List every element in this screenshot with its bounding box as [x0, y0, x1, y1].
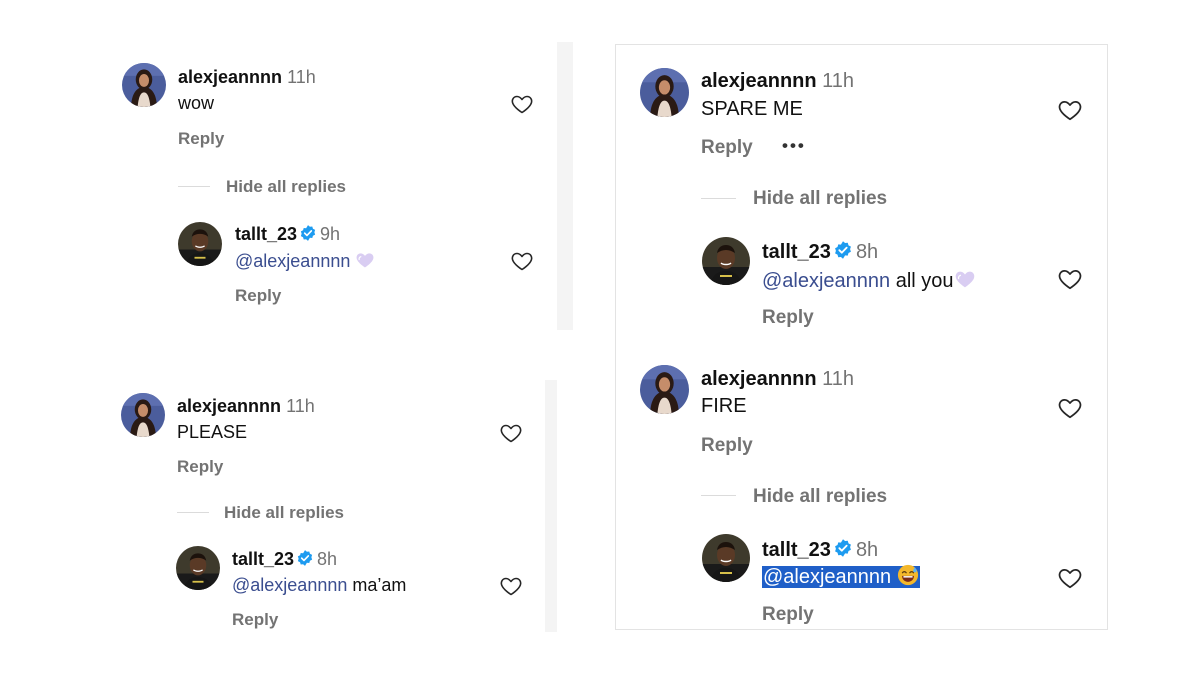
more-options-icon[interactable]: •••	[782, 136, 806, 156]
reply-button[interactable]: Reply	[235, 286, 281, 306]
reply-text: @alexjeannnn	[235, 250, 375, 272]
heart-outline-icon[interactable]	[1057, 266, 1083, 297]
timestamp[interactable]: 8h	[317, 549, 337, 569]
avatar[interactable]	[122, 63, 166, 107]
reply-text: @alexjeannnn all you	[762, 268, 976, 293]
heart-outline-icon[interactable]	[499, 574, 523, 603]
comment-text: wow	[178, 93, 215, 113]
verified-badge-icon	[833, 240, 853, 260]
comment-text: SPARE ME	[701, 98, 803, 120]
divider	[178, 186, 210, 187]
reply-button[interactable]: Reply	[701, 137, 753, 159]
reply-header: tallt_23 8h	[762, 240, 878, 264]
mention-link[interactable]: @alexjeannnn	[232, 575, 347, 595]
reply-button[interactable]: Reply	[701, 435, 753, 457]
reply-button[interactable]: Reply	[177, 457, 223, 477]
reply-button[interactable]: Reply	[232, 610, 278, 630]
comment-text: FIRE	[701, 395, 747, 417]
comment-text: PLEASE	[177, 422, 248, 442]
username[interactable]: alexjeannnn	[701, 70, 817, 92]
grinning-sweat-emoji-icon	[897, 564, 919, 586]
comment-header: alexjeannnn 11h	[177, 396, 315, 417]
verified-badge-icon	[833, 538, 853, 558]
username[interactable]: tallt_23	[235, 224, 297, 244]
username[interactable]: tallt_23	[762, 241, 831, 263]
avatar[interactable]	[640, 68, 689, 117]
timestamp[interactable]: 11h	[822, 368, 854, 390]
comment-header: alexjeannnn 11h	[701, 368, 854, 391]
hide-replies-button[interactable]: Hide all replies	[753, 486, 887, 508]
heart-outline-icon[interactable]	[510, 249, 534, 278]
panel-divider	[557, 42, 573, 330]
reply-text: @alexjeannnn	[762, 564, 920, 589]
avatar[interactable]	[178, 222, 222, 266]
reply-button[interactable]: Reply	[178, 129, 224, 149]
avatar[interactable]	[640, 365, 689, 414]
mention-link[interactable]: @alexjeannnn	[762, 270, 890, 292]
username[interactable]: alexjeannnn	[178, 67, 282, 87]
heart-outline-icon[interactable]	[510, 92, 534, 121]
reply-header: tallt_23 9h	[235, 224, 340, 245]
heart-outline-icon[interactable]	[1057, 97, 1083, 128]
reply-body: all you	[890, 270, 954, 292]
heart-outline-icon[interactable]	[1057, 395, 1083, 426]
timestamp[interactable]: 11h	[287, 67, 316, 87]
divider	[177, 512, 209, 513]
username[interactable]: alexjeannnn	[177, 396, 281, 416]
timestamp[interactable]: 11h	[822, 70, 854, 92]
panel-divider	[545, 380, 557, 632]
timestamp[interactable]: 9h	[320, 224, 340, 244]
purple-heart-icon	[355, 250, 375, 270]
divider	[701, 198, 736, 199]
username[interactable]: tallt_23	[762, 539, 831, 561]
timestamp[interactable]: 8h	[856, 539, 878, 561]
timestamp[interactable]: 8h	[856, 241, 878, 263]
reply-button[interactable]: Reply	[762, 307, 814, 329]
verified-badge-icon	[296, 549, 314, 567]
hide-replies-button[interactable]: Hide all replies	[753, 188, 887, 210]
hide-replies-button[interactable]: Hide all replies	[224, 503, 344, 523]
divider	[701, 495, 736, 496]
selected-text[interactable]: @alexjeannnn	[762, 566, 920, 588]
reply-body: ma’am	[347, 575, 407, 595]
reply-header: tallt_23 8h	[232, 549, 337, 570]
reply-text: @alexjeannnn ma’am	[232, 575, 406, 596]
reply-button[interactable]: Reply	[762, 604, 814, 626]
heart-outline-icon[interactable]	[1057, 565, 1083, 596]
mention-link[interactable]: @alexjeannnn	[763, 566, 891, 588]
verified-badge-icon	[299, 224, 317, 242]
comment-header: alexjeannnn 11h	[178, 67, 316, 88]
hide-replies-button[interactable]: Hide all replies	[226, 177, 346, 197]
avatar[interactable]	[702, 534, 750, 582]
username[interactable]: alexjeannnn	[701, 368, 817, 390]
mention-link[interactable]: @alexjeannnn	[235, 251, 350, 271]
purple-heart-icon	[954, 268, 976, 290]
username[interactable]: tallt_23	[232, 549, 294, 569]
heart-outline-icon[interactable]	[499, 421, 523, 450]
avatar[interactable]	[702, 237, 750, 285]
comment-header: alexjeannnn 11h	[701, 70, 854, 93]
avatar[interactable]	[176, 546, 220, 590]
timestamp[interactable]: 11h	[286, 396, 315, 416]
avatar[interactable]	[121, 393, 165, 437]
reply-header: tallt_23 8h	[762, 538, 878, 562]
